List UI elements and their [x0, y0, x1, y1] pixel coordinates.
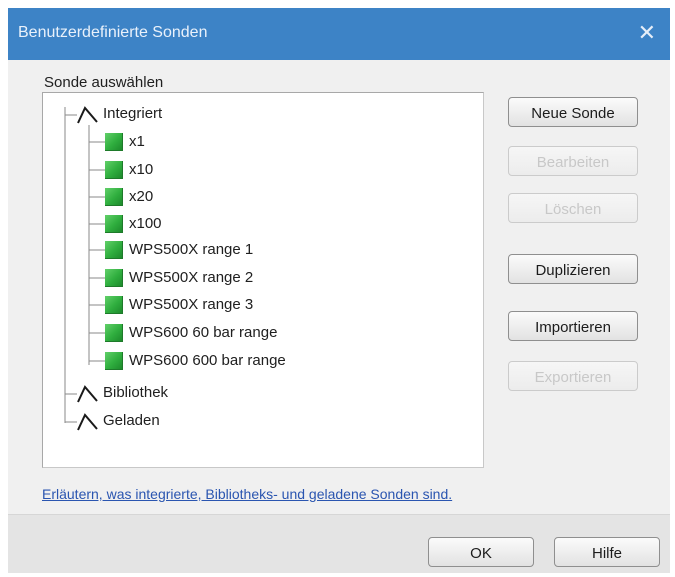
- dialog-footer: OK Hilfe: [8, 514, 670, 573]
- title-bar: Benutzerdefinierte Sonden ✕: [8, 8, 670, 60]
- probe-green-icon: [105, 296, 123, 314]
- tree-item-wps500x-range-2[interactable]: WPS500X range 2: [129, 269, 253, 287]
- tree-item-wps600-60-bar[interactable]: WPS600 60 bar range: [129, 324, 277, 342]
- probe-folder-icon: [77, 413, 98, 431]
- probe-green-icon: [105, 133, 123, 151]
- tree-item-x10[interactable]: x10: [129, 161, 153, 179]
- select-probe-label: Sonde auswählen: [44, 74, 164, 91]
- tree-item-wps500x-range-3[interactable]: WPS500X range 3: [129, 296, 253, 314]
- tree-item-x20[interactable]: x20: [129, 188, 153, 206]
- probe-green-icon: [105, 352, 123, 370]
- probe-green-icon: [105, 241, 123, 259]
- ok-button[interactable]: OK: [428, 537, 534, 567]
- probe-green-icon: [105, 161, 123, 179]
- tree-item-x1[interactable]: x1: [129, 133, 145, 151]
- duplicate-button[interactable]: Duplizieren: [508, 254, 638, 284]
- tree-item-wps500x-range-1[interactable]: WPS500X range 1: [129, 241, 253, 259]
- probe-types-help-link[interactable]: Erläutern, was integrierte, Bibliotheks-…: [42, 486, 452, 502]
- probe-green-icon: [105, 215, 123, 233]
- probe-tree[interactable]: Integriert x1 x10 x20 x100 WPS500X range…: [42, 92, 484, 468]
- close-icon[interactable]: ✕: [638, 20, 656, 46]
- probe-green-icon: [105, 324, 123, 342]
- window-title: Benutzerdefinierte Sonden: [18, 24, 208, 41]
- new-probe-button[interactable]: Neue Sonde: [508, 97, 638, 127]
- probe-green-icon: [105, 188, 123, 206]
- help-button[interactable]: Hilfe: [554, 537, 660, 567]
- probe-green-icon: [105, 269, 123, 287]
- probe-folder-icon: [77, 106, 98, 124]
- export-button[interactable]: Exportieren: [508, 361, 638, 391]
- tree-group-geladen[interactable]: Geladen: [103, 412, 160, 430]
- tree-group-bibliothek[interactable]: Bibliothek: [103, 384, 168, 402]
- tree-item-x100[interactable]: x100: [129, 215, 162, 233]
- probe-folder-icon: [77, 385, 98, 403]
- delete-button[interactable]: Löschen: [508, 193, 638, 223]
- import-button[interactable]: Importieren: [508, 311, 638, 341]
- tree-item-wps600-600-bar[interactable]: WPS600 600 bar range: [129, 352, 286, 370]
- edit-button[interactable]: Bearbeiten: [508, 146, 638, 176]
- tree-group-integriert[interactable]: Integriert: [103, 105, 162, 123]
